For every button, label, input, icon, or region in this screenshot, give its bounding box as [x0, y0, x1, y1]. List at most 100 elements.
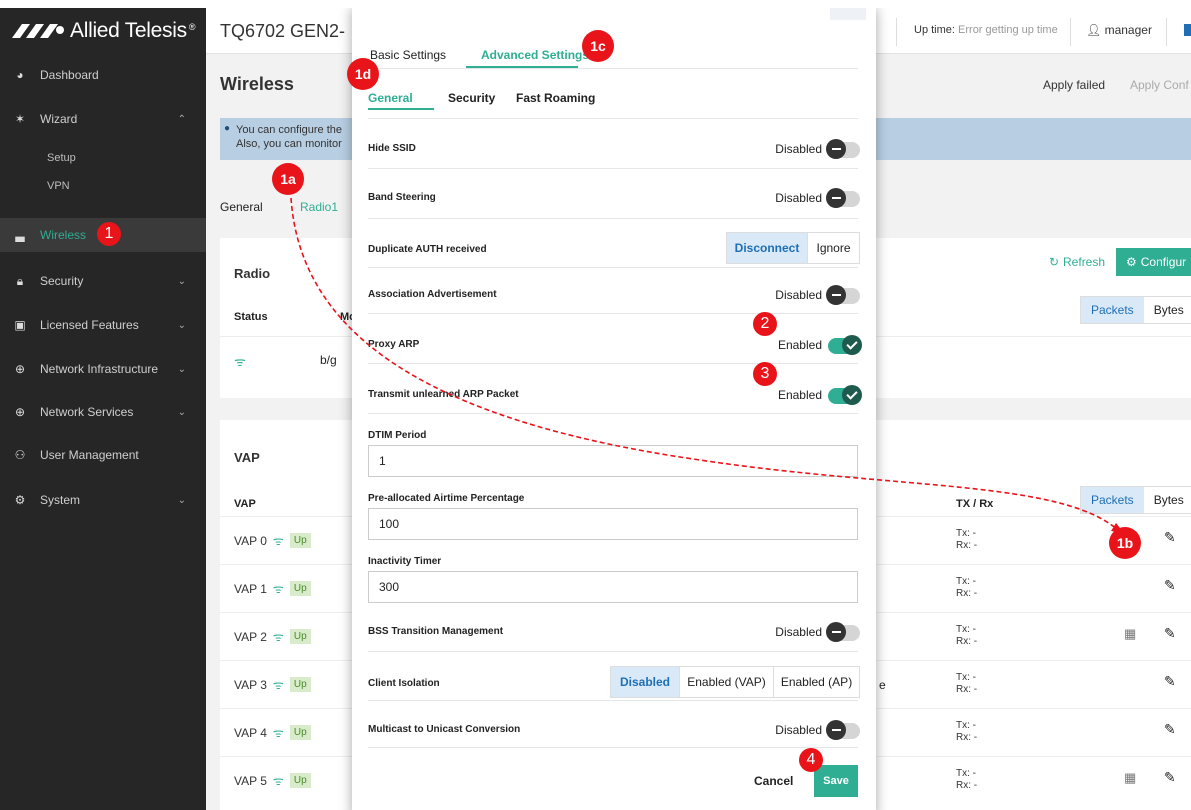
divider — [368, 68, 858, 69]
vap-txrx: Tx: - Rx: - — [956, 528, 977, 552]
subtab-fast-roaming[interactable]: Fast Roaming — [516, 91, 595, 105]
sidebar-item-system[interactable]: ⚙ System ⌄ — [0, 483, 206, 517]
chevron-down-icon: ⌄ — [177, 363, 186, 375]
vap-row: VAP 1 ᯤ Up — [234, 580, 311, 597]
users-icon: ⚇ — [14, 448, 26, 462]
edit-icon[interactable]: ✎ — [1164, 625, 1176, 642]
dtim-period-input[interactable]: 1 — [368, 445, 858, 477]
certificate-icon: ▣ — [14, 318, 26, 332]
tx-value: Tx: - — [956, 576, 976, 587]
rx-value: Rx: - — [956, 588, 978, 599]
hide-ssid-label: Hide SSID — [368, 143, 416, 154]
apply-status: Apply failed — [1043, 78, 1106, 92]
edit-icon[interactable]: ✎ — [1164, 721, 1176, 738]
proxy-arp-toggle[interactable] — [828, 335, 862, 355]
sidebar-item-security[interactable]: 🔒︎ Security ⌄ — [0, 264, 206, 298]
transmit-arp-status: Enabled — [777, 388, 822, 402]
multicast-conversion-status: Disabled — [775, 723, 822, 737]
rx-value: Rx: - — [956, 732, 978, 743]
client-isolation-disabled-option[interactable]: Disabled — [611, 667, 679, 697]
divider — [896, 18, 897, 46]
sidebar-item-label: User Management — [40, 448, 139, 462]
airtime-percentage-input[interactable]: 100 — [368, 508, 858, 540]
configure-button[interactable]: ⚙ Configur — [1116, 248, 1191, 276]
multicast-conversion-toggle[interactable] — [826, 720, 860, 740]
annotation-badge-1b: 1b — [1109, 527, 1141, 559]
bss-transition-toggle[interactable] — [826, 622, 860, 642]
sidebar-item-label: Network Infrastructure — [40, 362, 159, 376]
edit-icon[interactable]: ✎ — [1164, 577, 1176, 594]
inactivity-timer-input[interactable]: 300 — [368, 571, 858, 603]
annotation-badge-4: 4 — [799, 748, 823, 772]
vap-row: VAP 0 ᯤ Up — [234, 532, 311, 549]
tab-radio1[interactable]: Radio1 — [300, 200, 338, 214]
sidebar-item-label: Wizard — [40, 112, 78, 126]
vap-row: VAP 3 ᯤ Up — [234, 676, 311, 693]
subtab-security[interactable]: Security — [448, 91, 495, 105]
qr-code-icon[interactable]: ▦ — [1124, 626, 1136, 642]
chevron-down-icon: ⌄ — [177, 494, 186, 506]
button-label: Configur — [1140, 255, 1187, 269]
ignore-option[interactable]: Ignore — [807, 233, 859, 263]
disconnect-option[interactable]: Disconnect — [727, 233, 807, 263]
sidebar-subitem-setup[interactable]: Setup — [47, 152, 76, 164]
annotation-badge-3: 3 — [753, 362, 777, 386]
edit-icon[interactable]: ✎ — [1164, 673, 1176, 690]
band-steering-toggle[interactable] — [826, 188, 860, 208]
vap-name: VAP 1 — [234, 581, 267, 596]
client-isolation-vap-option[interactable]: Enabled (VAP) — [679, 667, 773, 697]
tab-basic-settings[interactable]: Basic Settings — [370, 48, 446, 62]
edit-icon[interactable]: ✎ — [1164, 529, 1176, 546]
vap-txrx: Tx: - Rx: - — [956, 672, 977, 696]
wifi-icon: ᯤ — [272, 726, 284, 740]
transmit-arp-toggle[interactable] — [828, 385, 862, 405]
proxy-arp-status: Enabled — [777, 338, 822, 352]
sidebar-item-network-infrastructure[interactable]: ⊕ Network Infrastructure ⌄ — [0, 352, 206, 386]
globe-icon: ⊕ — [14, 405, 26, 419]
edit-icon[interactable]: ✎ — [1164, 769, 1176, 786]
refresh-button[interactable]: ↻ Refresh — [1040, 248, 1114, 276]
sidebar-item-dashboard[interactable]: ◕ Dashboard — [0, 58, 206, 92]
sidebar-item-licensed-features[interactable]: ▣ Licensed Features ⌄ — [0, 308, 206, 342]
annotation-badge-1c: 1c — [582, 30, 614, 62]
bytes-option[interactable]: Bytes — [1144, 297, 1191, 323]
client-isolation-ap-option[interactable]: Enabled (AP) — [773, 667, 859, 697]
packets-bytes-toggle: Packets Bytes — [1080, 486, 1191, 514]
apply-config-button[interactable]: Apply Conf — [1130, 78, 1189, 92]
uptime-label: Up time: — [914, 24, 955, 36]
cancel-button[interactable]: Cancel — [754, 774, 793, 788]
packets-option[interactable]: Packets — [1081, 297, 1144, 323]
chevron-up-icon: ⌃ — [177, 113, 186, 125]
toggle-knob — [826, 720, 846, 740]
refresh-icon: ↻ — [1048, 255, 1060, 269]
hide-ssid-toggle[interactable] — [826, 139, 860, 159]
info-icon: ● — [224, 123, 231, 134]
col-vap: VAP — [234, 498, 256, 510]
tab-advanced-settings[interactable]: Advanced Settings — [481, 48, 589, 62]
tab-general[interactable]: General — [220, 200, 263, 214]
tx-value: Tx: - — [956, 528, 976, 539]
tx-value: Tx: - — [956, 672, 976, 683]
subtab-general[interactable]: General — [368, 91, 413, 105]
sidebar-item-label: Licensed Features — [40, 318, 139, 332]
packets-option[interactable]: Packets — [1081, 487, 1144, 513]
save-button[interactable]: Save — [814, 765, 858, 797]
divider — [1166, 18, 1167, 46]
sidebar-item-network-services[interactable]: ⊕ Network Services ⌄ — [0, 395, 206, 429]
bss-transition-label: BSS Transition Management — [368, 626, 504, 637]
sidebar-item-user-management[interactable]: ⚇ User Management — [0, 438, 206, 472]
checkmark-icon — [842, 335, 862, 355]
sidebar-item-wizard[interactable]: ✶ Wizard ⌃ — [0, 102, 206, 136]
annotation-badge-2: 2 — [753, 312, 777, 336]
bytes-option[interactable]: Bytes — [1144, 487, 1191, 513]
multicast-conversion-label: Multicast to Unicast Conversion — [368, 724, 521, 735]
rx-value: Rx: - — [956, 636, 978, 647]
annotation-badge-1: 1 — [97, 222, 121, 246]
association-advertisement-toggle[interactable] — [826, 285, 860, 305]
sidebar-subitem-vpn[interactable]: VPN — [47, 180, 70, 192]
dialog-header-button[interactable] — [830, 8, 866, 20]
packets-bytes-toggle: Packets Bytes — [1080, 296, 1191, 324]
flag-icon[interactable] — [1184, 24, 1191, 36]
qr-code-icon[interactable]: ▦ — [1124, 770, 1136, 786]
user-menu[interactable]: 👤︎ manager — [1086, 23, 1152, 37]
